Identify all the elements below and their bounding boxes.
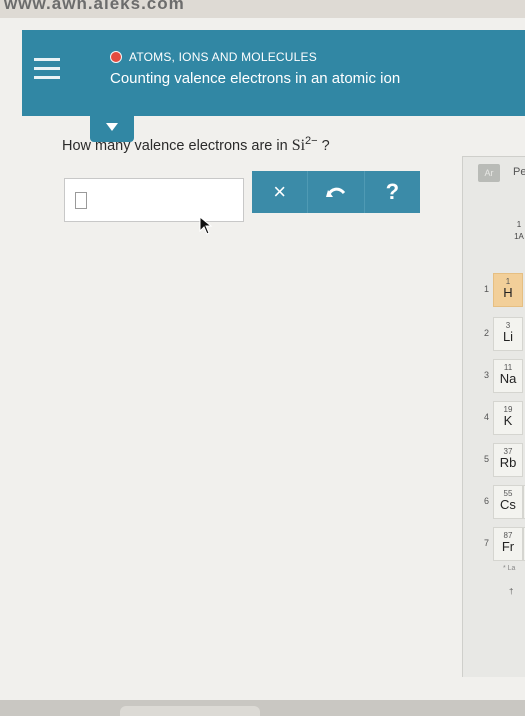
group-number: 1	[516, 220, 522, 229]
mouse-cursor-icon	[199, 216, 213, 235]
answer-slot[interactable]	[75, 192, 87, 209]
period-label: 7	[483, 538, 489, 548]
element-cell-rb[interactable]: 37 Rb	[493, 443, 523, 477]
question-suffix: ?	[317, 137, 330, 154]
page-title: Counting valence electrons in an atomic …	[110, 70, 401, 87]
periodic-table-title: Pe	[513, 166, 525, 178]
topic-header: ATOMS, IONS AND MOLECULES Counting valen…	[22, 30, 525, 116]
period-label: 4	[483, 412, 489, 422]
element-cell-cs[interactable]: 55 Cs	[493, 485, 523, 519]
element-cell-li[interactable]: 3 Li	[493, 317, 523, 351]
answer-input[interactable]	[64, 178, 244, 222]
chevron-down-icon	[106, 123, 118, 131]
chemical-symbol: Si	[291, 136, 306, 154]
ion-charge: 2−	[305, 135, 318, 147]
topic-row: ATOMS, IONS AND MOLECULES	[110, 50, 317, 64]
element-cell-k[interactable]: 19 K	[493, 401, 523, 435]
group-label: 1A	[514, 232, 524, 241]
period-label: 3	[483, 370, 489, 380]
undo-icon	[325, 187, 346, 197]
periodic-table-panel: Ar Pe 1 1A 1 1 H 2 3 Li 3 11 Na 4 19 K 5…	[462, 156, 525, 677]
topic-label: ATOMS, IONS AND MOLECULES	[129, 50, 317, 64]
element-cell-h[interactable]: 1 H	[493, 273, 523, 307]
question-prefix: How many valence electrons are in	[62, 137, 292, 154]
bottom-panel-edge	[120, 706, 260, 716]
answer-toolbar: × ?	[252, 171, 420, 213]
element-cell-fr[interactable]: 87 Fr	[493, 527, 523, 561]
status-dot-icon	[110, 51, 122, 63]
clear-icon: ×	[273, 179, 287, 204]
period-label: 2	[483, 328, 489, 338]
help-icon: ?	[385, 179, 400, 204]
question-text: How many valence electrons are in Si2− ?	[62, 135, 330, 155]
undo-button[interactable]	[307, 171, 363, 213]
period-label: 1	[483, 284, 489, 294]
period-label: 5	[483, 454, 489, 464]
periodic-table-icon[interactable]: Ar	[478, 164, 500, 182]
menu-icon[interactable]	[34, 58, 60, 82]
page: ATOMS, IONS AND MOLECULES Counting valen…	[0, 18, 525, 716]
clear-button[interactable]: ×	[252, 171, 307, 213]
help-button[interactable]: ?	[363, 171, 420, 213]
lanthanide-footnote: * La	[503, 565, 516, 572]
element-cell-na[interactable]: 11 Na	[493, 359, 523, 393]
period-label: 6	[483, 496, 489, 506]
actinide-footnote: †	[509, 587, 514, 596]
